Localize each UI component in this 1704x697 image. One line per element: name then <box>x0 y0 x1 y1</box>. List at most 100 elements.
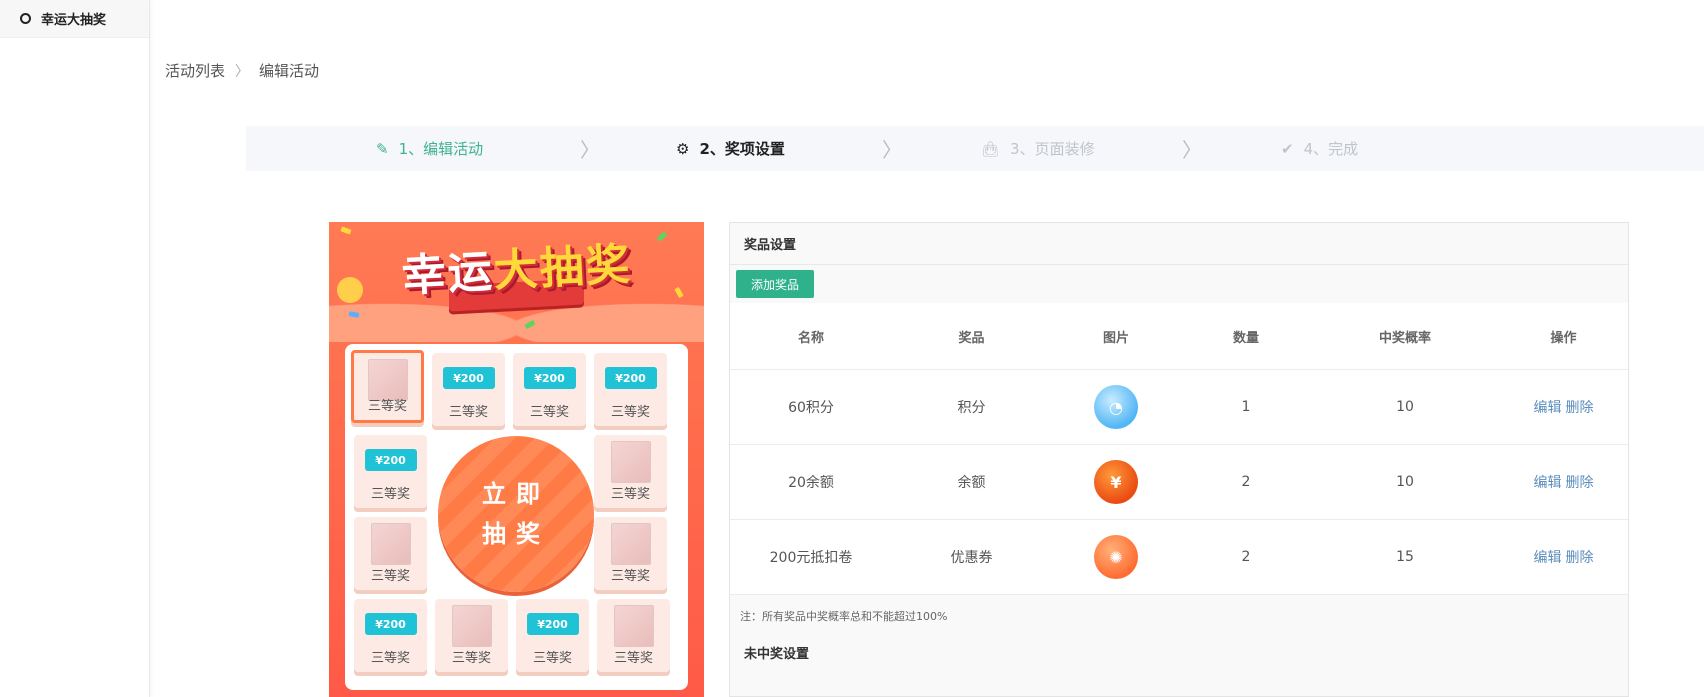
edit-link[interactable]: 编辑 <box>1534 472 1562 492</box>
prize-cell-label: 三等奖 <box>451 651 491 666</box>
prize-cell-label: 三等奖 <box>610 487 650 502</box>
banner-title-part2: 大抽奖 <box>492 239 633 298</box>
confetti-icon <box>340 226 352 235</box>
title-banner: 幸运大抽奖 <box>389 234 644 329</box>
breadcrumb-current: 编辑活动 <box>259 62 320 80</box>
sidebar: 幸运大抽奖 <box>0 0 150 697</box>
check-circle-icon: ✔ <box>1281 139 1294 158</box>
draw-now-button[interactable]: 立即抽奖 <box>438 436 594 592</box>
prize-quantity: 2 <box>1241 549 1251 565</box>
table-header: 名称 奖品 图片 数量 中奖概率 操作 <box>730 303 1628 370</box>
step-label: 2、奖项设置 <box>699 140 785 158</box>
confetti-icon <box>656 231 668 242</box>
prize-name: 60积分 <box>788 400 834 416</box>
prize-probability: 10 <box>1396 399 1414 415</box>
app-root: 幸运大抽奖 活动列表 〉 编辑活动 ✎ 1、编辑活动 〉 ⚙ 2、奖项设置 〉 … <box>0 0 1704 697</box>
prize-cell-label: 三等奖 <box>370 569 410 584</box>
add-prize-button[interactable]: 添加奖品 <box>736 270 815 298</box>
prize-name: 200元抵扣卷 <box>769 550 853 566</box>
sidebar-item-lucky-draw[interactable]: 幸运大抽奖 <box>0 0 149 38</box>
prize-cell-label: 三等奖 <box>367 399 407 414</box>
step-edit-activity[interactable]: ✎ 1、编辑活动 <box>376 126 483 171</box>
prize-cell-label: 三等奖 <box>532 651 572 666</box>
step-page-decoration[interactable]: 👜︎ 3、页面装修 <box>981 126 1095 171</box>
column-header: 奖品 <box>958 330 985 346</box>
prize-cell-label: 三等奖 <box>610 569 650 584</box>
chevron-right-icon: 〉 <box>1182 138 1202 162</box>
prize-cell-label: 三等奖 <box>370 487 410 502</box>
prize-type: 优惠券 <box>950 550 993 566</box>
chevron-right-icon: 〉 <box>235 63 250 80</box>
draw-now-label: 立即抽奖 <box>482 480 550 548</box>
coin-icon <box>337 277 363 303</box>
probability-note: 注：所有奖品中奖概率总和不能超过100% <box>740 610 948 623</box>
column-header: 图片 <box>1102 330 1129 346</box>
prize-probability: 10 <box>1396 474 1414 490</box>
prize-cell[interactable]: 三等奖 <box>594 517 667 590</box>
column-header: 名称 <box>797 330 824 346</box>
table-row: 20余额 余额 ¥ 2 10 编辑 删除 <box>730 445 1628 520</box>
column-header: 数量 <box>1232 330 1259 346</box>
edit-pen-icon: ✎ <box>376 139 389 158</box>
delete-link[interactable]: 删除 <box>1566 397 1594 417</box>
coupon-image-icon: ¥200 <box>526 613 579 635</box>
step-prize-settings[interactable]: ⚙ 2、奖项设置 <box>676 126 785 171</box>
prize-settings-panel: 奖品设置 添加奖品 名称 奖品 图片 数量 中奖概率 操作 60积分 积分 ◔ … <box>729 222 1629 697</box>
prize-image-cell: ✺ <box>1051 535 1181 579</box>
prize-cell[interactable]: ¥200 三等奖 <box>516 599 589 672</box>
prize-quantity: 1 <box>1241 399 1251 415</box>
bag-icon: 👜︎ <box>981 139 1001 158</box>
coupon-image-icon: ¥200 <box>523 367 576 389</box>
step-label: 4、完成 <box>1303 140 1359 158</box>
prize-cell-label: 三等奖 <box>610 405 650 420</box>
prize-cell-label: 三等奖 <box>448 405 488 420</box>
phone-image-icon <box>610 523 651 565</box>
step-complete[interactable]: ✔ 4、完成 <box>1281 126 1358 171</box>
chevron-right-icon: 〉 <box>580 138 600 162</box>
no-prize-settings-title: 未中奖设置 <box>744 647 810 662</box>
prize-cell[interactable]: ¥200 三等奖 <box>513 353 586 426</box>
phone-image-icon <box>610 441 651 483</box>
prize-cell[interactable]: 三等奖 <box>351 350 424 423</box>
coupon-image-icon: ¥200 <box>364 449 417 471</box>
delete-link[interactable]: 删除 <box>1566 547 1594 567</box>
prize-cell[interactable]: 三等奖 <box>354 517 427 590</box>
prize-cell[interactable]: 三等奖 <box>594 435 667 508</box>
breadcrumb-parent[interactable]: 活动列表 <box>165 60 225 81</box>
phone-image-icon <box>613 605 654 647</box>
pie-chart-icon: ◔ <box>1094 385 1138 429</box>
coupon-image-icon: ¥200 <box>604 367 657 389</box>
prize-grid: 三等奖 ¥200 三等奖 ¥200 三等奖 ¥200 三等奖 ¥200 三等奖 … <box>345 344 688 690</box>
prize-cell[interactable]: ¥200 三等奖 <box>594 353 667 426</box>
banner-title-part1: 幸运 <box>400 246 496 302</box>
coupon-image-icon: ¥200 <box>364 613 417 635</box>
circle-icon <box>20 13 31 24</box>
sidebar-item-label: 幸运大抽奖 <box>41 13 107 28</box>
delete-link[interactable]: 删除 <box>1566 472 1594 492</box>
edit-link[interactable]: 编辑 <box>1534 397 1562 417</box>
row-actions: 编辑 删除 <box>1499 547 1628 567</box>
phone-image-icon <box>370 523 411 565</box>
yuan-coin-icon: ¥ <box>1094 460 1138 504</box>
prize-quantity: 2 <box>1241 474 1251 490</box>
prize-cell[interactable]: 三等奖 <box>435 599 508 672</box>
prize-cell[interactable]: ¥200 三等奖 <box>354 435 427 508</box>
column-header: 操作 <box>1550 330 1577 346</box>
step-label: 1、编辑活动 <box>398 140 484 158</box>
prize-cell[interactable]: ¥200 三等奖 <box>432 353 505 426</box>
chevron-right-icon: 〉 <box>882 138 902 162</box>
row-actions: 编辑 删除 <box>1499 472 1628 492</box>
prize-probability: 15 <box>1396 549 1414 565</box>
gear-icon: ⚙ <box>676 139 690 158</box>
panel-title: 奖品设置 <box>730 223 1628 265</box>
prize-name: 20余额 <box>788 475 834 491</box>
edit-link[interactable]: 编辑 <box>1534 547 1562 567</box>
prize-type: 余额 <box>957 475 986 491</box>
table-row: 60积分 积分 ◔ 1 10 编辑 删除 <box>730 370 1628 445</box>
wheel-icon: ✺ <box>1094 535 1138 579</box>
prize-type: 积分 <box>957 400 986 416</box>
prize-image-cell: ¥ <box>1051 460 1181 504</box>
prize-cell[interactable]: ¥200 三等奖 <box>354 599 427 672</box>
row-actions: 编辑 删除 <box>1499 397 1628 417</box>
prize-cell[interactable]: 三等奖 <box>597 599 670 672</box>
